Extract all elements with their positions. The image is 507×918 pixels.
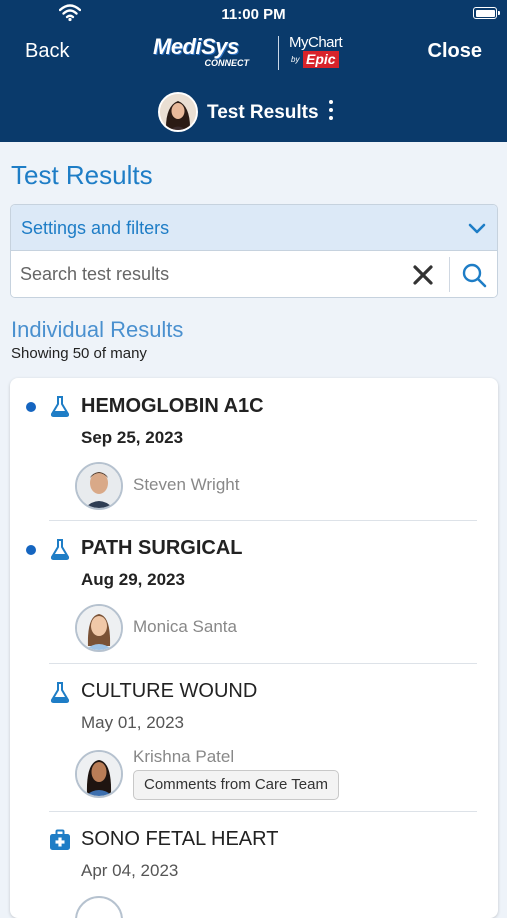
results-list: HEMOGLOBIN A1C Sep 25, 2023 Steven Wrigh… xyxy=(10,378,498,918)
provider-name: Krishna Patel xyxy=(133,747,235,766)
app-header: Back MediSys CONNECT MyChart by Epic Clo… xyxy=(0,28,507,142)
result-name: PATH SURGICAL xyxy=(81,537,243,559)
section-title: Individual Results xyxy=(11,317,184,342)
medical-bag-icon xyxy=(50,829,70,850)
more-options-icon[interactable] xyxy=(328,100,334,122)
comments-badge[interactable]: Comments from Care Team xyxy=(133,770,339,800)
result-date: May 01, 2023 xyxy=(81,713,185,732)
unread-dot xyxy=(26,545,36,555)
result-date: Sep 25, 2023 xyxy=(81,428,184,447)
flask-icon xyxy=(50,396,70,417)
status-time: 11:00 PM xyxy=(221,6,286,23)
provider-avatar xyxy=(75,896,123,918)
flask-icon xyxy=(50,682,70,703)
search-divider xyxy=(449,257,450,292)
clear-icon[interactable] xyxy=(411,263,435,287)
result-date: Aug 29, 2023 xyxy=(81,570,185,589)
patient-avatar[interactable] xyxy=(158,92,198,132)
mychart-epic-logo: MyChart by Epic xyxy=(289,34,353,72)
list-item[interactable]: PATH SURGICAL Aug 29, 2023 Monica Santa xyxy=(10,521,498,663)
provider-avatar xyxy=(75,750,123,798)
unread-dot xyxy=(26,402,36,412)
provider-name: Monica Santa xyxy=(133,617,237,636)
epic-logo-text: Epic xyxy=(303,51,339,68)
list-item[interactable]: HEMOGLOBIN A1C Sep 25, 2023 Steven Wrigh… xyxy=(10,378,498,520)
page-title: Test Results xyxy=(11,160,153,190)
mychart-logo-by: by xyxy=(291,55,300,64)
back-button[interactable]: Back xyxy=(25,40,69,63)
list-item[interactable]: SONO FETAL HEART Apr 04, 2023 xyxy=(10,812,498,918)
result-name: HEMOGLOBIN A1C xyxy=(81,395,264,417)
search-row xyxy=(11,251,497,297)
chevron-down-icon xyxy=(468,223,486,234)
list-item[interactable]: CULTURE WOUND May 01, 2023 Krishna Patel… xyxy=(10,664,498,810)
settings-filters-toggle[interactable]: Settings and filters xyxy=(11,205,497,251)
result-name: SONO FETAL HEART xyxy=(81,828,279,850)
provider-avatar xyxy=(75,462,123,510)
provider-avatar xyxy=(75,604,123,652)
provider-name: Steven Wright xyxy=(133,475,240,494)
logo-divider xyxy=(278,36,279,70)
mychart-logo-text: MyChart xyxy=(289,34,343,51)
medisys-logo-text: MediSys xyxy=(153,34,239,59)
result-date: Apr 04, 2023 xyxy=(81,861,179,880)
flask-icon xyxy=(50,539,70,560)
section-subtitle: Showing 50 of many xyxy=(11,345,147,362)
search-input[interactable] xyxy=(20,264,400,285)
battery-icon xyxy=(473,7,500,19)
result-name: CULTURE WOUND xyxy=(81,680,258,702)
page-label: Test Results xyxy=(207,102,319,123)
medisys-logo-sub: CONNECT xyxy=(204,58,250,68)
medisys-connect-logo: MediSys CONNECT xyxy=(153,34,253,72)
settings-filters-label: Settings and filters xyxy=(21,218,170,238)
filter-panel: Settings and filters xyxy=(10,204,498,298)
status-bar: 11:00 PM xyxy=(0,0,507,28)
close-button[interactable]: Close xyxy=(428,40,482,63)
search-icon[interactable] xyxy=(461,262,487,288)
